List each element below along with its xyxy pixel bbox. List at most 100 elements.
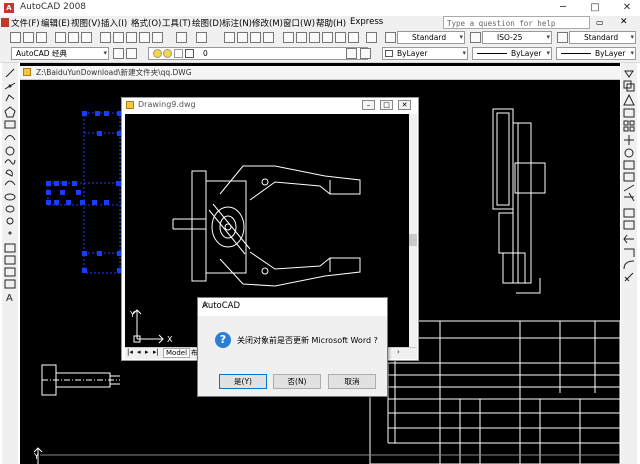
drawing9-close-button[interactable]: ✕	[398, 100, 411, 110]
layer-manager-icon[interactable]	[126, 48, 137, 59]
new-icon[interactable]	[10, 32, 21, 43]
plot-icon[interactable]	[55, 32, 66, 43]
dwg-file-icon	[126, 101, 134, 109]
model-ucs-y-label: Y	[33, 452, 39, 461]
menu-dimension[interactable]: 标注(N)	[222, 17, 252, 29]
title-bar: A AutoCAD 2008 ─ □ ✕	[0, 0, 640, 17]
help-search-input[interactable]: Type a question for help	[443, 16, 590, 29]
drawing9-vertical-scrollbar[interactable]	[409, 114, 417, 347]
doc-close-icon[interactable]: ✕	[620, 17, 628, 27]
modify-tool-icons	[623, 70, 635, 282]
publish-icon[interactable]	[81, 32, 92, 43]
drawing9-maximize-button[interactable]: □	[380, 100, 393, 110]
tab-nav-last[interactable]: ▸|	[153, 348, 159, 356]
menu-edit[interactable]: 编辑(E)	[41, 17, 70, 29]
tab-model[interactable]: Model	[163, 348, 191, 358]
tab-nav-prev[interactable]: ◂	[137, 348, 141, 356]
menu-window[interactable]: 窗口(W)	[283, 17, 315, 29]
layers-toolbar: AutoCAD 经典▾ 0▾ ByLayer▾ ByLayer▾ ByLayer…	[0, 46, 640, 63]
doc-menu-icon[interactable]	[1, 18, 9, 27]
zoom-realtime-icon[interactable]	[237, 32, 248, 43]
dim-style-icon[interactable]	[470, 32, 481, 43]
drawing9-title: Drawing9.dwg	[138, 100, 196, 109]
plot-preview-icon[interactable]	[68, 32, 79, 43]
linetype-select[interactable]: ByLayer ▾	[472, 47, 552, 60]
help-icon[interactable]	[366, 32, 377, 43]
autocad-dialog: AutoCAD ✕ ? 关闭对象前是否更新 Microsoft Word ? 是…	[197, 297, 388, 397]
menu-tools[interactable]: 工具(T)	[162, 17, 191, 29]
make-object-layer-current-icon[interactable]	[346, 48, 357, 59]
autocad-app-icon[interactable]: A	[4, 3, 14, 13]
layer-select[interactable]: 0▾	[148, 47, 368, 60]
layer-previous-icon[interactable]	[360, 48, 371, 59]
menu-format[interactable]: 格式(O)	[131, 17, 161, 29]
pan-icon[interactable]	[224, 32, 235, 43]
layer-color-icon	[185, 49, 194, 58]
draw-tool-icons: A	[4, 68, 16, 303]
tool-palettes-icon[interactable]	[309, 32, 320, 43]
menu-express[interactable]: Express	[350, 17, 383, 27]
block-editor-icon[interactable]	[152, 32, 163, 43]
design-center-icon[interactable]	[296, 32, 307, 43]
workspace-select[interactable]: AutoCAD 经典 ▾	[11, 47, 109, 60]
menu-modify[interactable]: 修改(M)	[252, 17, 283, 29]
properties-icon[interactable]	[283, 32, 294, 43]
close-button[interactable]: ✕	[616, 0, 638, 16]
table-style-icon[interactable]	[557, 32, 568, 43]
yes-button[interactable]: 是(Y)	[219, 374, 267, 389]
svg-text:A: A	[6, 293, 13, 303]
workspace-settings-icon[interactable]	[113, 48, 124, 59]
dialog-close-button[interactable]: ✕	[202, 301, 383, 311]
dim-style-select[interactable]: ISO-25 ▾	[482, 31, 552, 44]
standard-toolbar: Standard ▾ ISO-25 ▾ Standard ▾	[0, 30, 640, 47]
match-properties-icon[interactable]	[139, 32, 150, 43]
document-path: Z:\BaiduYunDownload\新建文件夹\qq.DWG	[36, 68, 192, 77]
sheet-set-icon[interactable]	[322, 32, 333, 43]
minimize-button[interactable]: ─	[552, 0, 574, 16]
layer-on-icon	[153, 49, 162, 58]
table-style-select[interactable]: Standard ▾	[569, 31, 636, 44]
quickcalc-icon[interactable]	[348, 32, 359, 43]
layer-freeze-icon	[163, 49, 172, 58]
ucs-x-label: X	[167, 335, 173, 344]
drawing9-titlebar[interactable]: Drawing9.dwg – □ ✕	[122, 98, 418, 112]
drawing9-minimize-button[interactable]: –	[362, 100, 375, 110]
text-style-icon[interactable]	[385, 32, 396, 43]
color-select[interactable]: ByLayer ▾	[382, 47, 468, 60]
redo-icon[interactable]	[196, 32, 207, 43]
zoom-window-icon[interactable]	[250, 32, 261, 43]
cut-icon[interactable]	[100, 32, 111, 43]
dwg-file-icon	[23, 68, 31, 76]
no-button[interactable]: 否(N)	[273, 374, 321, 389]
menu-help[interactable]: 帮助(H)	[316, 17, 346, 29]
dialog-message: 关闭对象前是否更新 Microsoft Word ?	[237, 336, 378, 345]
menu-draw[interactable]: 绘图(D)	[192, 17, 222, 29]
zoom-previous-icon[interactable]	[263, 32, 274, 43]
dialog-titlebar[interactable]: AutoCAD ✕	[198, 298, 387, 316]
window-title: AutoCAD 2008	[20, 2, 87, 12]
menu-insert[interactable]: 插入(I)	[101, 17, 127, 29]
question-icon: ?	[215, 332, 231, 348]
open-icon[interactable]	[23, 32, 34, 43]
layer-lock-icon	[174, 49, 183, 58]
text-style-select[interactable]: Standard ▾	[397, 31, 465, 44]
menu-file[interactable]: 文件(F)	[11, 17, 40, 29]
scroll-thumb[interactable]	[409, 234, 417, 246]
doc-restore-icon[interactable]: ▭	[596, 18, 604, 27]
lineweight-select[interactable]: ByLayer ▾	[556, 47, 636, 60]
copy-icon[interactable]	[113, 32, 124, 43]
tab-nav-first[interactable]: |◂	[127, 348, 133, 356]
save-icon[interactable]	[36, 32, 47, 43]
markup-icon[interactable]	[335, 32, 346, 43]
undo-icon[interactable]	[176, 32, 187, 43]
cancel-button[interactable]: 取消	[328, 374, 376, 389]
tab-scroll-right[interactable]: ›	[397, 348, 400, 356]
modify-toolbar	[621, 63, 637, 464]
paste-icon[interactable]	[126, 32, 137, 43]
maximize-button[interactable]: □	[584, 0, 606, 16]
tab-nav-next[interactable]: ▸	[145, 348, 149, 356]
menu-view[interactable]: 视图(V)	[71, 17, 100, 29]
draw-toolbar: A	[2, 63, 18, 464]
ucs-y-label: Y	[129, 310, 135, 319]
document-tab-bar: Z:\BaiduYunDownload\新建文件夹\qq.DWG	[20, 66, 620, 80]
